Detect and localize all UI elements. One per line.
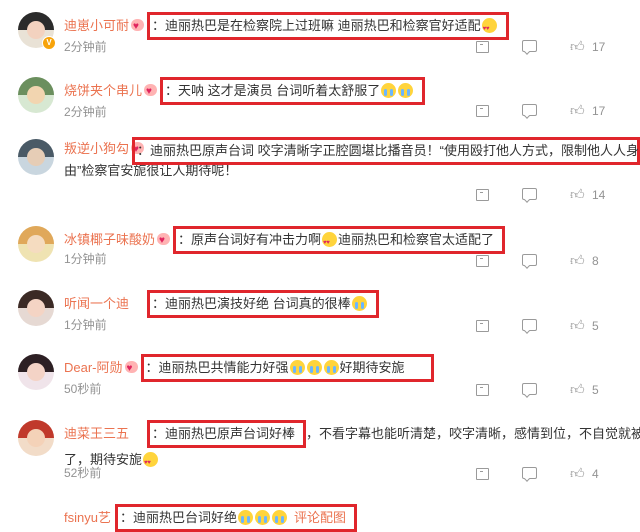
avatar[interactable]: [18, 77, 54, 113]
comment-text: ：迪丽热巴原声台词好棒: [152, 426, 296, 441]
like-count: 14: [592, 188, 606, 202]
like-count: 17: [592, 40, 606, 54]
comment-time: 2分钟前: [64, 40, 107, 54]
like-count: 5: [592, 383, 599, 397]
fan-badge-icon: [144, 82, 158, 102]
crying-emoji-icon: [381, 83, 397, 98]
username-link[interactable]: fsinyu艺: [64, 510, 111, 525]
comment-feed: V 迪崽小可耐 ：迪丽热巴是在检察院上过班嘛 迪丽热巴和检察官好适配 2分钟前 👍…: [0, 0, 640, 532]
crying-emoji-icon: [323, 360, 339, 375]
like-count: 4: [592, 467, 599, 481]
username-link[interactable]: 迪崽小可耐: [64, 18, 129, 33]
reply-icon[interactable]: [522, 104, 537, 116]
avatar[interactable]: [18, 290, 54, 326]
heart-eyes-emoji-icon: [481, 18, 497, 39]
crying-emoji-icon: [306, 360, 322, 375]
crying-emoji-icon: [254, 510, 270, 525]
share-icon[interactable]: [476, 468, 489, 480]
thumbs-up-icon[interactable]: 👍︎: [570, 382, 585, 396]
comment-time: 2分钟前: [64, 105, 107, 119]
thumbs-up-icon[interactable]: 👍︎: [570, 103, 585, 117]
crying-emoji-icon: [398, 83, 414, 98]
crying-emoji-icon: [351, 296, 367, 311]
thumbs-up-icon[interactable]: 👍︎: [570, 39, 585, 53]
comment-text: ：迪丽热巴原声台词 咬字清晰字正腔圆堪比播音员！“使用殴打他人方式，限制他人人身…: [137, 143, 640, 158]
fan-badge-icon: [131, 17, 145, 37]
comment-time: 50秒前: [64, 382, 102, 396]
username-link[interactable]: 迪菜王三五: [64, 426, 129, 441]
highlighted-comment-text: ：迪丽热巴原声台词 咬字清晰字正腔圆堪比播音员！“使用殴打他人方式，限制他人人身…: [132, 137, 640, 165]
highlighted-comment-text: ：原声台词好有冲击力啊 迪丽热巴和检察官太适配了: [173, 226, 506, 254]
comment-text-part: 迪丽热巴和检察官太适配了: [338, 232, 495, 247]
crying-emoji-icon: [271, 510, 287, 525]
share-icon[interactable]: [476, 320, 489, 332]
share-icon[interactable]: [476, 255, 489, 267]
highlighted-comment-text: ：迪丽热巴原声台词好棒: [147, 420, 307, 448]
reply-icon[interactable]: [522, 383, 537, 395]
reply-icon[interactable]: [522, 40, 537, 52]
username-link[interactable]: 烧饼夹个串儿: [64, 83, 142, 98]
thumbs-up-icon[interactable]: 👍︎: [570, 466, 585, 480]
crying-emoji-icon: [289, 360, 305, 375]
reply-icon[interactable]: [522, 188, 537, 200]
avatar[interactable]: [18, 139, 54, 175]
comment-text: ：迪丽热巴台词好绝: [119, 510, 237, 525]
heart-eyes-emoji-icon: [143, 452, 159, 473]
comment-text: ：迪丽热巴共情能力好强: [145, 360, 289, 375]
fan-badge-icon: [157, 231, 171, 251]
comment-text-part: 好期待安旎: [339, 360, 405, 375]
comment-text: ：天呐 这才是演员 台词听着太舒服了: [165, 83, 381, 98]
reply-icon[interactable]: [522, 467, 537, 479]
username-link[interactable]: 听闻一个迪: [64, 296, 129, 311]
like-count: 8: [592, 254, 599, 268]
comment-text: ：迪丽热巴是在检察院上过班嘛 迪丽热巴和检察官好适配: [152, 18, 481, 33]
avatar[interactable]: [18, 354, 54, 390]
reply-icon[interactable]: [522, 254, 537, 266]
thumbs-up-icon[interactable]: 👍︎: [570, 187, 585, 201]
highlighted-comment-text: ：迪丽热巴共情能力好强 好期待安旎: [140, 354, 434, 382]
comment-time: 52秒前: [64, 466, 102, 480]
share-icon[interactable]: [476, 189, 489, 201]
avatar[interactable]: [18, 420, 54, 456]
comment-text: ：迪丽热巴演技好绝 台词真的很棒: [152, 296, 351, 311]
comment-text: ：原声台词好有冲击力啊: [178, 232, 322, 247]
highlighted-comment-text: ：迪丽热巴演技好绝 台词真的很棒: [147, 290, 379, 318]
thumbs-up-icon[interactable]: 👍︎: [570, 318, 585, 332]
view-image-link[interactable]: 评论配图: [294, 510, 346, 525]
share-icon[interactable]: [476, 41, 489, 53]
share-icon[interactable]: [476, 105, 489, 117]
fan-badge-icon: [124, 359, 138, 379]
username-link[interactable]: 叛逆小狗勾: [64, 141, 129, 156]
thumbs-up-icon[interactable]: 👍︎: [570, 253, 585, 267]
username-link[interactable]: Dear-阿勋: [64, 360, 123, 375]
heart-eyes-emoji-icon: [322, 232, 338, 253]
highlighted-comment-text: ：迪丽热巴是在检察院上过班嘛 迪丽热巴和检察官好适配: [147, 12, 509, 40]
highlighted-comment-text: ：天呐 这才是演员 台词听着太舒服了: [160, 77, 426, 105]
comment-text-part: ，不看字幕也能听清楚，咬字清晰，感情到位，不自觉就被带入: [306, 426, 640, 441]
username-link[interactable]: 冰镇椰子味酸奶: [64, 232, 155, 247]
comment-time: 1分钟前: [64, 318, 107, 332]
comment-time: 1分钟前: [64, 252, 107, 266]
like-count: 17: [592, 104, 606, 118]
reply-icon[interactable]: [522, 319, 537, 331]
share-icon[interactable]: [476, 384, 489, 396]
like-count: 5: [592, 319, 599, 333]
avatar[interactable]: [18, 226, 54, 262]
crying-emoji-icon: [237, 510, 253, 525]
verified-badge-icon: V: [42, 36, 56, 50]
highlighted-comment-text: ：迪丽热巴台词好绝 评论配图: [114, 504, 357, 532]
